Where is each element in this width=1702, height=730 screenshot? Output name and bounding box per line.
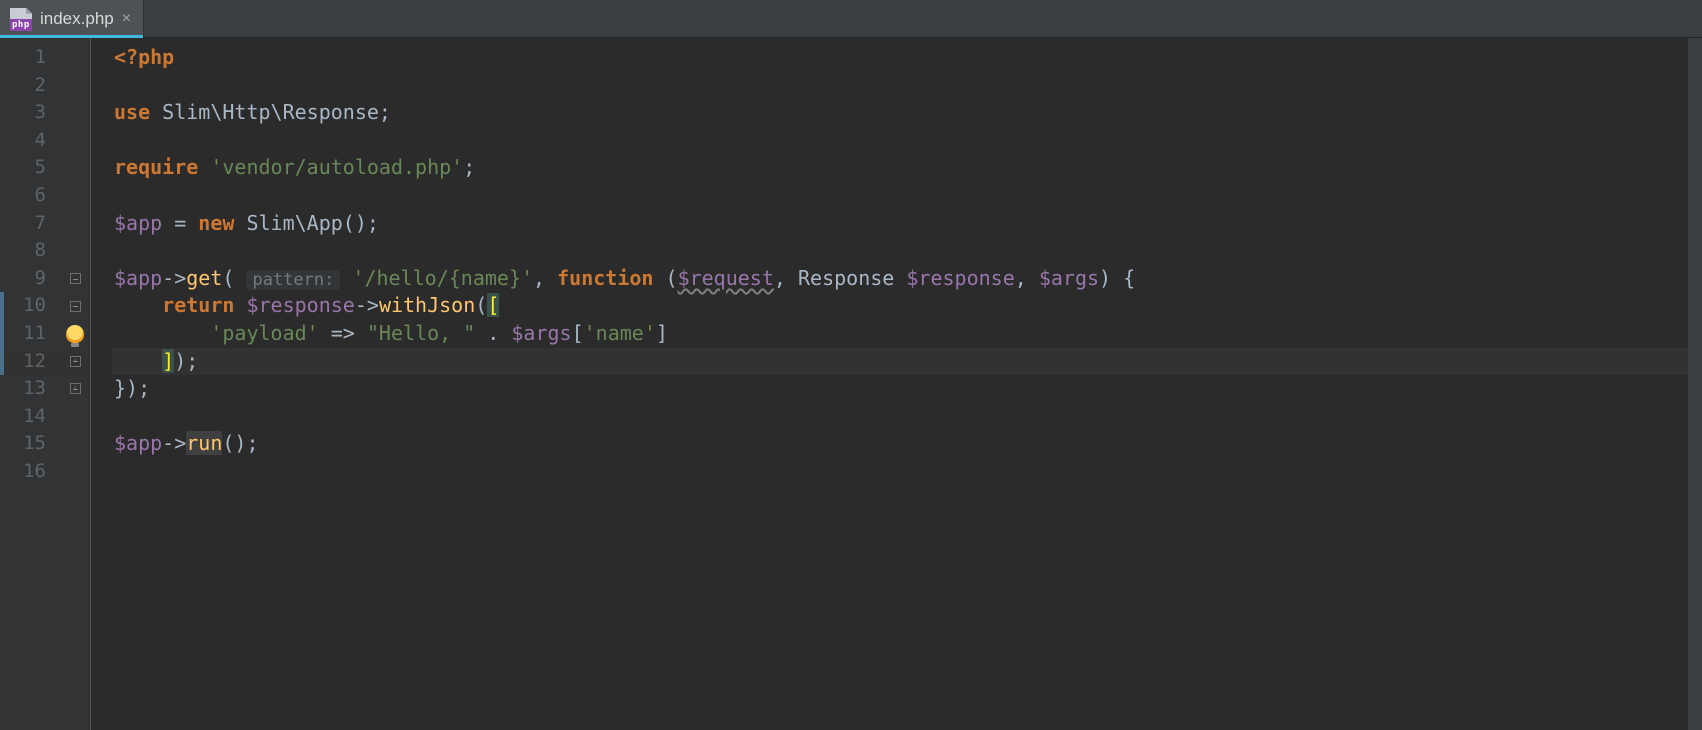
code-line[interactable]	[112, 237, 1688, 265]
code-line[interactable]: $app->get( pattern: '/hello/{name}', fun…	[112, 265, 1688, 293]
fold-cell[interactable]	[60, 320, 90, 348]
editor-tabbar: php index.php ×	[0, 0, 1702, 38]
fold-cell[interactable]	[60, 348, 90, 376]
fold-cell	[60, 99, 90, 127]
code-line[interactable]: <?php	[112, 44, 1688, 72]
line-number[interactable]: 13	[0, 375, 60, 403]
code-line[interactable]: 'payload' => "Hello, " . $args['name']	[112, 320, 1688, 348]
matched-bracket: [	[487, 293, 499, 317]
fold-cell[interactable]	[60, 375, 90, 403]
fold-cell[interactable]	[60, 292, 90, 320]
code-line[interactable]	[112, 72, 1688, 100]
line-number[interactable]: 11	[0, 320, 60, 348]
matched-bracket: ]	[162, 349, 174, 373]
fold-cell	[60, 237, 90, 265]
fold-cell	[60, 210, 90, 238]
line-number[interactable]: 15	[0, 430, 60, 458]
editor-left-margin	[90, 38, 112, 730]
unused-param: $request	[678, 266, 774, 290]
code-line[interactable]	[112, 127, 1688, 155]
fold-cell	[60, 72, 90, 100]
line-number[interactable]: 5	[0, 154, 60, 182]
code-line[interactable]: return $response->withJson([	[112, 292, 1688, 320]
fold-cell	[60, 458, 90, 486]
line-number[interactable]: 4	[0, 127, 60, 155]
line-number[interactable]: 16	[0, 458, 60, 486]
line-number[interactable]: 8	[0, 237, 60, 265]
fold-toggle-icon[interactable]	[70, 301, 81, 312]
code-line[interactable]: $app = new Slim\App();	[112, 210, 1688, 238]
code-line[interactable]	[112, 182, 1688, 210]
fold-toggle-icon[interactable]	[70, 383, 81, 394]
code-line[interactable]: $app->run();	[112, 430, 1688, 458]
fold-toggle-icon[interactable]	[70, 273, 81, 284]
php-open-tag: <?php	[114, 45, 174, 69]
fold-cell	[60, 127, 90, 155]
line-number[interactable]: 9	[0, 265, 60, 293]
fold-cell	[60, 182, 90, 210]
code-line[interactable]	[112, 458, 1688, 486]
tab-label: index.php	[40, 9, 114, 29]
line-number[interactable]: 14	[0, 403, 60, 431]
gutter-fold	[60, 38, 90, 730]
fold-cell	[60, 403, 90, 431]
line-number[interactable]: 2	[0, 72, 60, 100]
fold-cell[interactable]	[60, 265, 90, 293]
code-line[interactable]: require 'vendor/autoload.php';	[112, 154, 1688, 182]
fold-toggle-icon[interactable]	[70, 356, 81, 367]
line-number[interactable]: 1	[0, 44, 60, 72]
editor-scrollbar[interactable]	[1688, 38, 1702, 730]
php-file-icon: php	[10, 8, 32, 30]
code-line[interactable]	[112, 403, 1688, 431]
line-number[interactable]: 6	[0, 182, 60, 210]
intention-bulb-icon[interactable]	[66, 325, 84, 343]
code-area[interactable]: <?php use Slim\Http\Response; require 'v…	[112, 38, 1688, 730]
inlay-hint: pattern:	[246, 270, 340, 290]
close-icon[interactable]: ×	[122, 11, 131, 27]
line-number[interactable]: 7	[0, 210, 60, 238]
vcs-change-stripe	[0, 292, 4, 375]
fold-cell	[60, 430, 90, 458]
line-number[interactable]: 3	[0, 99, 60, 127]
editor-area: 1 2 3 4 5 6 7 8 9 10 11 12 13 14 15 16	[0, 38, 1702, 730]
line-number[interactable]: 10	[0, 292, 60, 320]
line-number[interactable]: 12	[0, 348, 60, 376]
fold-cell	[60, 44, 90, 72]
editor-tab-active[interactable]: php index.php ×	[0, 0, 144, 37]
code-line[interactable]: ]);	[112, 348, 1688, 376]
code-line[interactable]: use Slim\Http\Response;	[112, 99, 1688, 127]
fold-cell	[60, 154, 90, 182]
gutter-line-numbers[interactable]: 1 2 3 4 5 6 7 8 9 10 11 12 13 14 15 16	[0, 38, 60, 730]
file-type-badge: php	[10, 19, 32, 31]
code-line[interactable]: });	[112, 375, 1688, 403]
